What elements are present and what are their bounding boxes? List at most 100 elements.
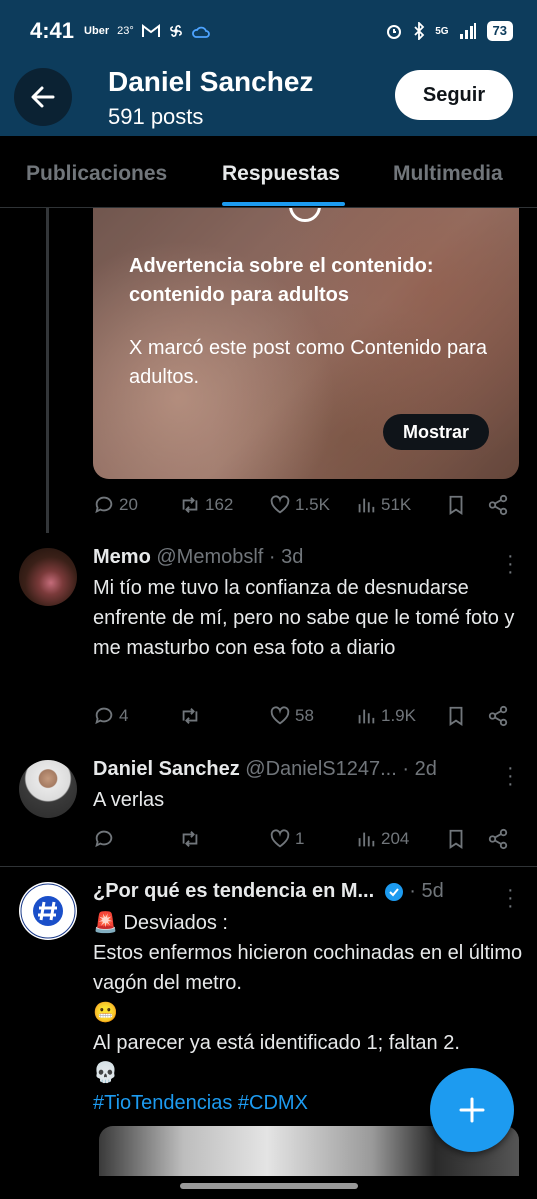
views-button[interactable]: 1.9K	[355, 705, 416, 727]
bookmark-icon	[449, 495, 463, 515]
view-count: 51K	[381, 495, 412, 514]
share-icon	[488, 828, 508, 850]
tab-respuestas[interactable]: Respuestas	[222, 162, 340, 186]
avatar[interactable]	[19, 548, 77, 606]
author-name[interactable]: Daniel Sanchez	[93, 758, 240, 780]
home-indicator[interactable]	[180, 1183, 358, 1189]
reply-button[interactable]	[93, 828, 115, 850]
sensitive-media-card[interactable]: Advertencia sobre el contenido: contenid…	[93, 208, 519, 479]
verified-badge-icon	[384, 882, 403, 901]
post-count: 591 posts	[108, 104, 204, 129]
heart-icon	[270, 829, 290, 848]
post-actions: 20 162 1.5K 51K	[93, 494, 513, 524]
repost-button[interactable]	[179, 705, 201, 727]
tweet-line: Al parecer ya está identificado 1; falta…	[93, 1032, 460, 1054]
cloud-icon	[191, 26, 210, 38]
bookmark-button[interactable]	[445, 494, 467, 516]
more-options-icon[interactable]: · · ·	[507, 880, 514, 916]
tweet-line: 🚨 Desviados :	[93, 912, 228, 934]
gmail-icon	[141, 24, 160, 37]
tweet-header: Daniel Sanchez @DanielS1247... · 2d	[93, 758, 437, 781]
author-handle[interactable]: @DanielS1247...	[245, 758, 397, 780]
author-handle[interactable]: @Memobslf	[156, 546, 263, 568]
post-actions: 1 204	[93, 828, 513, 858]
bar-chart-icon	[358, 709, 375, 724]
status-notification-icons: Uber 23°	[84, 23, 210, 39]
share-button[interactable]	[487, 494, 509, 516]
compose-button[interactable]	[430, 1068, 514, 1152]
repost-button[interactable]: 162	[179, 494, 233, 516]
like-count: 1	[295, 829, 305, 848]
status-bar: 4:41 Uber 23° 5G 73	[0, 0, 537, 62]
tab-multimedia[interactable]: Multimedia	[393, 162, 503, 186]
tweet-time: · 2d	[402, 758, 437, 780]
reply-icon	[95, 707, 113, 725]
author-name[interactable]: Memo	[93, 546, 151, 568]
status-time: 4:41	[30, 18, 75, 43]
status-system-icons: 5G 73	[385, 21, 513, 41]
hashtag-logo-icon	[20, 883, 76, 939]
view-count: 1.9K	[381, 706, 416, 725]
active-tab-indicator	[222, 202, 345, 206]
reply-count: 20	[119, 495, 138, 514]
battery-icon: 73	[486, 21, 513, 41]
reply-icon	[95, 496, 113, 514]
share-icon	[488, 494, 508, 516]
like-count: 1.5K	[295, 495, 330, 514]
back-button[interactable]	[14, 68, 72, 126]
bar-chart-icon	[358, 832, 375, 847]
network-type: 5G	[435, 25, 449, 37]
like-button[interactable]: 58	[269, 705, 314, 727]
view-count: 204	[381, 829, 410, 848]
share-icon	[488, 705, 508, 727]
reply-button[interactable]: 20	[93, 494, 138, 516]
tweet-time: · 3d	[268, 546, 304, 568]
follow-button[interactable]: Seguir	[395, 70, 513, 120]
bookmark-icon	[449, 706, 463, 726]
bookmark-button[interactable]	[445, 828, 467, 850]
like-button[interactable]: 1.5K	[269, 494, 330, 516]
tweet-divider	[0, 866, 537, 867]
bar-chart-icon	[358, 498, 375, 513]
bluetooth-icon	[414, 22, 425, 40]
tweet-time: · 5d	[409, 880, 444, 902]
temperature-text: 23°	[117, 25, 134, 37]
arrow-left-icon	[31, 86, 55, 108]
profile-header: Daniel Sanchez 591 posts Seguir	[0, 62, 537, 136]
profile-name: Daniel Sanchez	[108, 66, 314, 97]
repost-icon	[182, 831, 198, 847]
content-warning-body: X marcó este post como Contenido para ad…	[129, 337, 487, 388]
reply-icon	[95, 830, 113, 848]
bookmark-icon	[449, 829, 463, 849]
plus-icon	[459, 1097, 485, 1123]
reply-button[interactable]: 4	[93, 705, 128, 727]
tweet-text: Mi tío me tuvo la confianza de desnudars…	[93, 577, 515, 659]
content-warning-title: Advertencia sobre el contenido: contenid…	[129, 255, 434, 306]
views-button[interactable]: 51K	[355, 494, 411, 516]
share-button[interactable]	[487, 828, 509, 850]
avatar[interactable]	[19, 882, 77, 940]
show-media-button[interactable]: Mostrar	[383, 414, 489, 450]
fan-icon	[169, 25, 182, 37]
author-name[interactable]: ¿Por qué es tendencia en M...	[93, 880, 374, 902]
signal-icon	[459, 23, 476, 39]
avatar[interactable]	[19, 760, 77, 818]
like-count: 58	[295, 706, 314, 725]
repost-button[interactable]	[179, 828, 201, 850]
bookmark-button[interactable]	[445, 705, 467, 727]
tweet-line: 😬	[93, 1002, 118, 1024]
repost-icon	[182, 708, 198, 724]
tweet-header: Memo @Memobslf · 3d	[93, 546, 303, 569]
tweet-line: Estos enfermos hicieron cochinadas en el…	[93, 942, 523, 994]
post-actions: 4 58 1.9K	[93, 705, 513, 735]
views-button[interactable]: 204	[355, 828, 409, 850]
share-button[interactable]	[487, 705, 509, 727]
heart-icon	[270, 706, 290, 725]
alarm-icon	[387, 25, 402, 39]
uber-icon: Uber	[84, 25, 110, 37]
reply-count: 4	[119, 706, 129, 725]
tweet-text: A verlas	[93, 789, 165, 811]
like-button[interactable]: 1	[269, 828, 304, 850]
tab-publicaciones[interactable]: Publicaciones	[26, 162, 167, 186]
repost-count: 162	[205, 495, 234, 514]
